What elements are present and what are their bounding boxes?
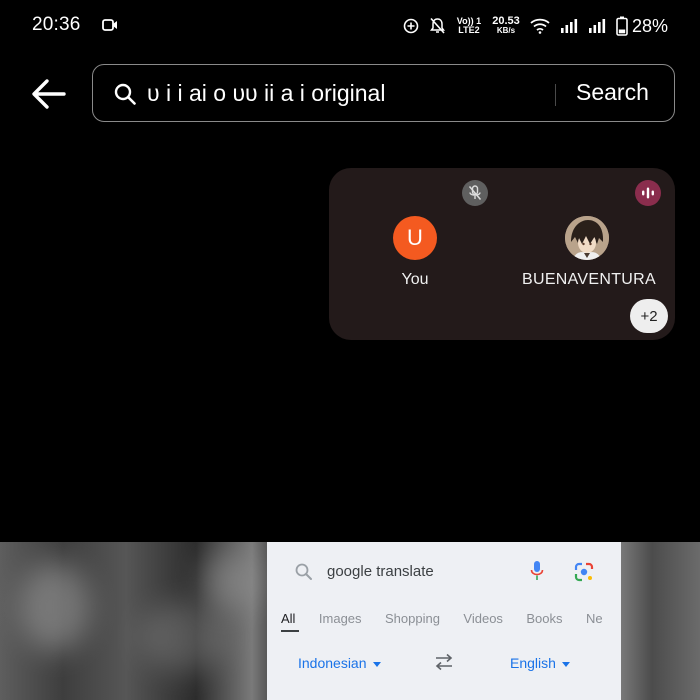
tab-shopping[interactable]: Shopping	[385, 611, 440, 626]
voice-call-card[interactable]: U You BUENAVENTURA +2	[329, 168, 675, 340]
avatar: U	[393, 216, 437, 260]
participant-name: You	[401, 271, 429, 288]
notifications-off-icon	[429, 17, 445, 34]
participant-self[interactable]: U You	[392, 216, 438, 288]
source-language-label: Indonesian	[298, 655, 367, 671]
volte-line-2: LTE2	[458, 25, 480, 35]
signal-icon	[588, 19, 606, 33]
participant-name: BUENAVENTURA	[522, 271, 656, 288]
speed-value: 20.53	[492, 15, 520, 27]
google-search-preview[interactable]: google translate All Images Shopping Vid…	[267, 542, 621, 700]
wifi-icon	[530, 18, 550, 34]
speaking-indicator	[635, 180, 661, 206]
blurred-background	[200, 552, 260, 612]
tab-videos[interactable]: Videos	[463, 611, 503, 626]
tab-news[interactable]: Ne	[586, 611, 603, 626]
search-bar[interactable]: ᴜ i i ai o ᴜᴜ ii a i original Search	[92, 64, 675, 122]
swap-languages-icon[interactable]	[433, 653, 455, 671]
blurred-background	[20, 562, 90, 652]
tab-all[interactable]: All	[281, 611, 295, 626]
add-circle-icon	[403, 18, 419, 34]
speed-unit: KB/s	[496, 26, 516, 35]
search-button[interactable]: Search	[576, 79, 649, 106]
chevron-down-icon	[372, 661, 381, 667]
network-speed: 20.53 KB/s	[492, 16, 520, 36]
background-preview-strip: google translate All Images Shopping Vid…	[0, 542, 700, 700]
blurred-background	[620, 542, 700, 700]
avatar	[565, 216, 609, 260]
microphone-icon[interactable]	[530, 560, 544, 582]
signal-icon	[560, 19, 578, 33]
screen-record-icon	[102, 19, 117, 31]
battery-percent: 28%	[631, 15, 668, 36]
target-language-select[interactable]: English	[510, 655, 570, 671]
google-search-input[interactable]: google translate	[327, 563, 434, 580]
active-tab-underline	[281, 630, 299, 632]
participant-buenaventura[interactable]	[565, 216, 609, 260]
battery-icon	[616, 16, 628, 36]
anime-avatar-image	[565, 216, 609, 260]
lens-icon[interactable]	[573, 561, 595, 583]
volte-indicator: Vo)) 1 LTE2	[456, 17, 482, 35]
target-language-label: English	[510, 655, 556, 671]
more-participants-badge[interactable]: +2	[630, 299, 668, 333]
search-divider	[555, 84, 556, 106]
tab-books[interactable]: Books	[526, 611, 562, 626]
back-arrow-icon[interactable]	[30, 76, 68, 112]
search-input[interactable]: ᴜ i i ai o ᴜᴜ ii a i original	[147, 80, 385, 107]
search-icon	[114, 83, 136, 105]
search-icon	[295, 563, 312, 580]
blurred-background	[140, 602, 230, 672]
source-language-select[interactable]: Indonesian	[298, 655, 381, 671]
audio-wave-icon	[642, 187, 654, 199]
muted-indicator	[462, 180, 488, 206]
status-bar: 20:36 Vo)) 1 LTE2 20.53 KB/s 28%	[0, 0, 700, 52]
mic-off-icon	[468, 185, 482, 200]
google-tabs: All Images Shopping Videos Books Ne	[281, 610, 621, 632]
status-time: 20:36	[32, 14, 81, 35]
chevron-down-icon	[561, 661, 570, 667]
tab-images[interactable]: Images	[319, 611, 362, 626]
